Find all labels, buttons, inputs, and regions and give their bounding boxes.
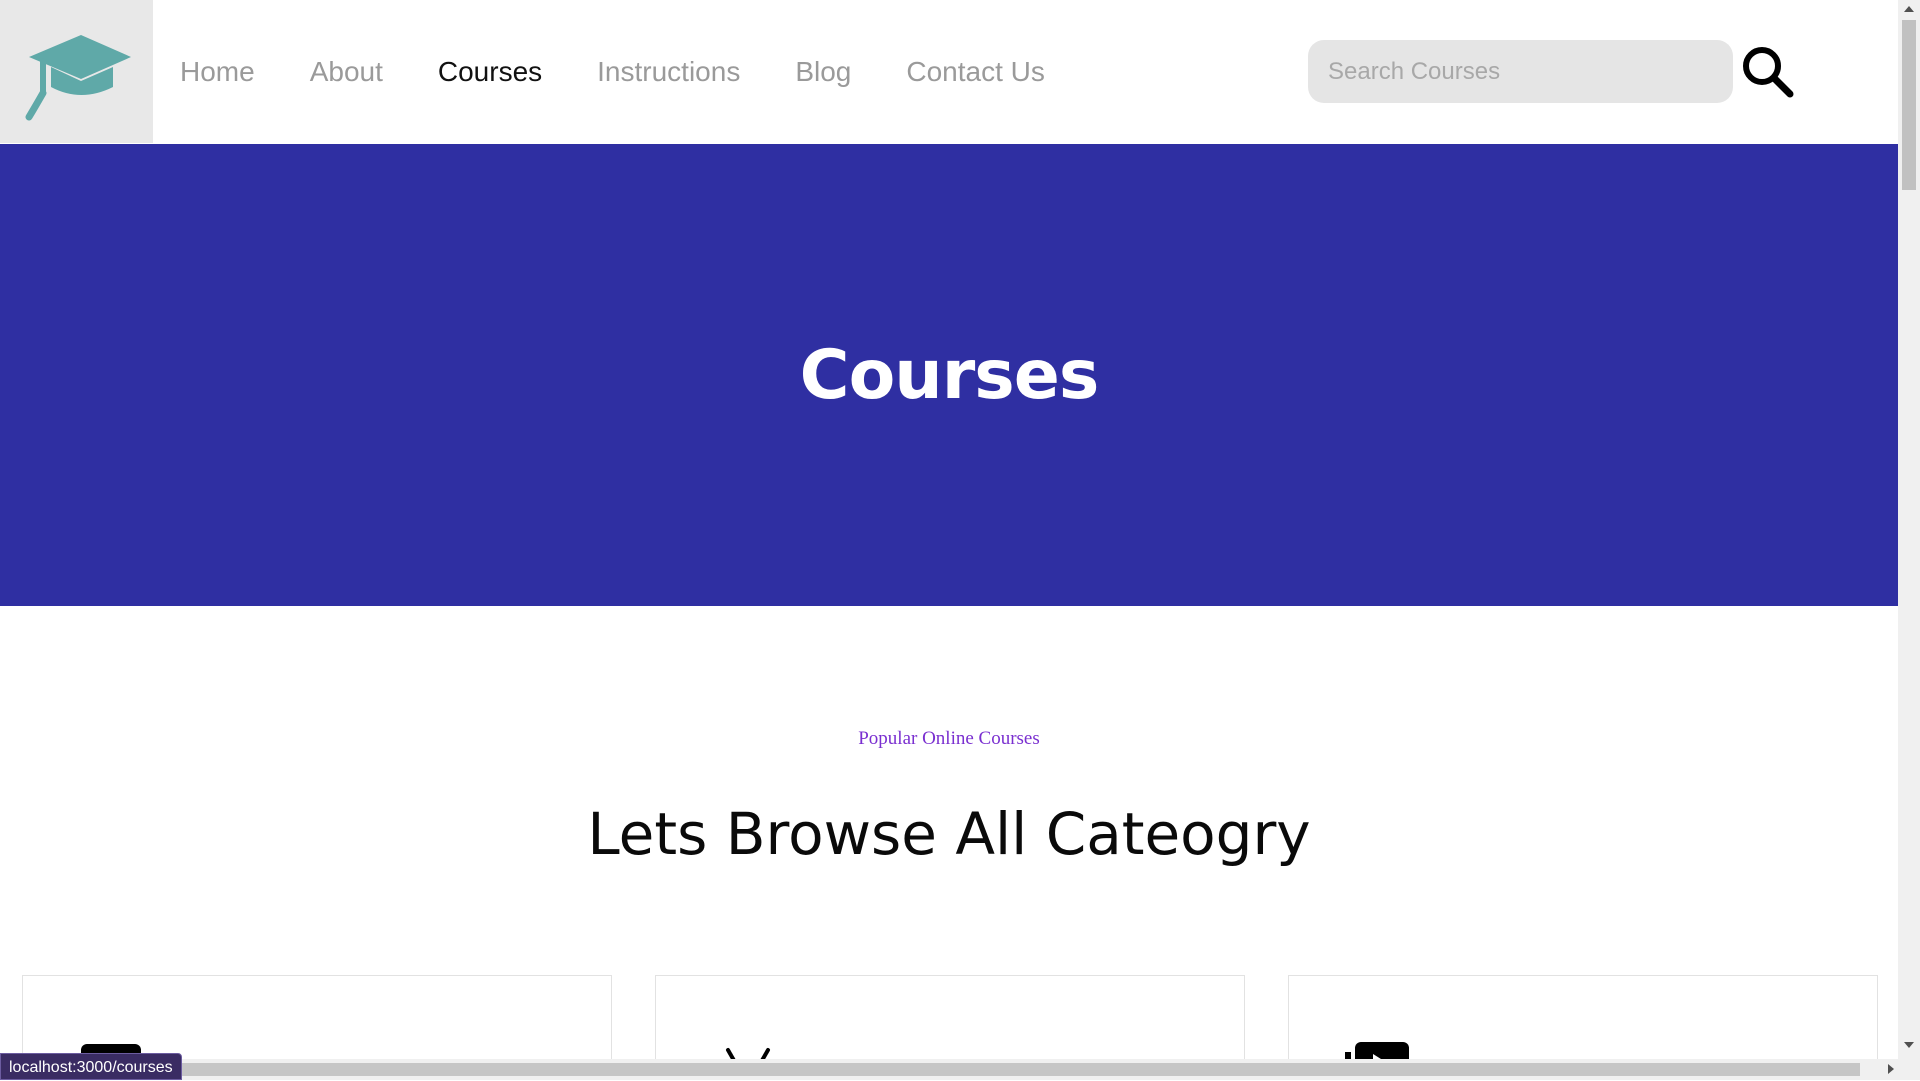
nav-home[interactable]: Home [180, 56, 255, 88]
status-bar-url: localhost:3000/courses [0, 1053, 182, 1080]
search-button[interactable] [1740, 44, 1796, 100]
category-card[interactable] [655, 975, 1245, 1059]
section-eyebrow: Popular Online Courses [858, 728, 1040, 749]
page-title: Courses [799, 335, 1100, 415]
main-nav: Home About Courses Instructions Blog Con… [180, 0, 1100, 143]
scroll-down-icon[interactable] [1904, 1042, 1914, 1048]
nav-contact-us[interactable]: Contact Us [906, 56, 1045, 88]
vertical-scrollbar[interactable] [1898, 0, 1920, 1080]
site-header: Home About Courses Instructions Blog Con… [0, 0, 1898, 144]
logo[interactable] [0, 0, 153, 143]
page: Home About Courses Instructions Blog Con… [0, 0, 1898, 1059]
search-icon [1743, 47, 1794, 98]
nav-about[interactable]: About [310, 56, 383, 88]
search-input[interactable] [1326, 56, 1715, 87]
nav-courses[interactable]: Courses [438, 56, 542, 88]
category-card[interactable] [1288, 975, 1878, 1059]
search-box [1308, 40, 1733, 103]
horizontal-scrollbar[interactable] [0, 1059, 1898, 1080]
graduation-cap-icon [25, 34, 131, 120]
scrollbar-thumb[interactable] [0, 1063, 1860, 1076]
scroll-right-icon[interactable] [1888, 1064, 1894, 1074]
scrollbar-thumb[interactable] [1902, 20, 1916, 190]
nav-blog[interactable]: Blog [795, 56, 851, 88]
section-title: Lets Browse All Cateogry [587, 800, 1311, 868]
scroll-up-icon[interactable] [1904, 6, 1914, 12]
category-card[interactable] [22, 975, 612, 1059]
video-play-icon [1345, 1042, 1409, 1059]
nav-instructions[interactable]: Instructions [597, 56, 740, 88]
android-icon [726, 1048, 770, 1059]
hero-banner: Courses [0, 144, 1898, 606]
